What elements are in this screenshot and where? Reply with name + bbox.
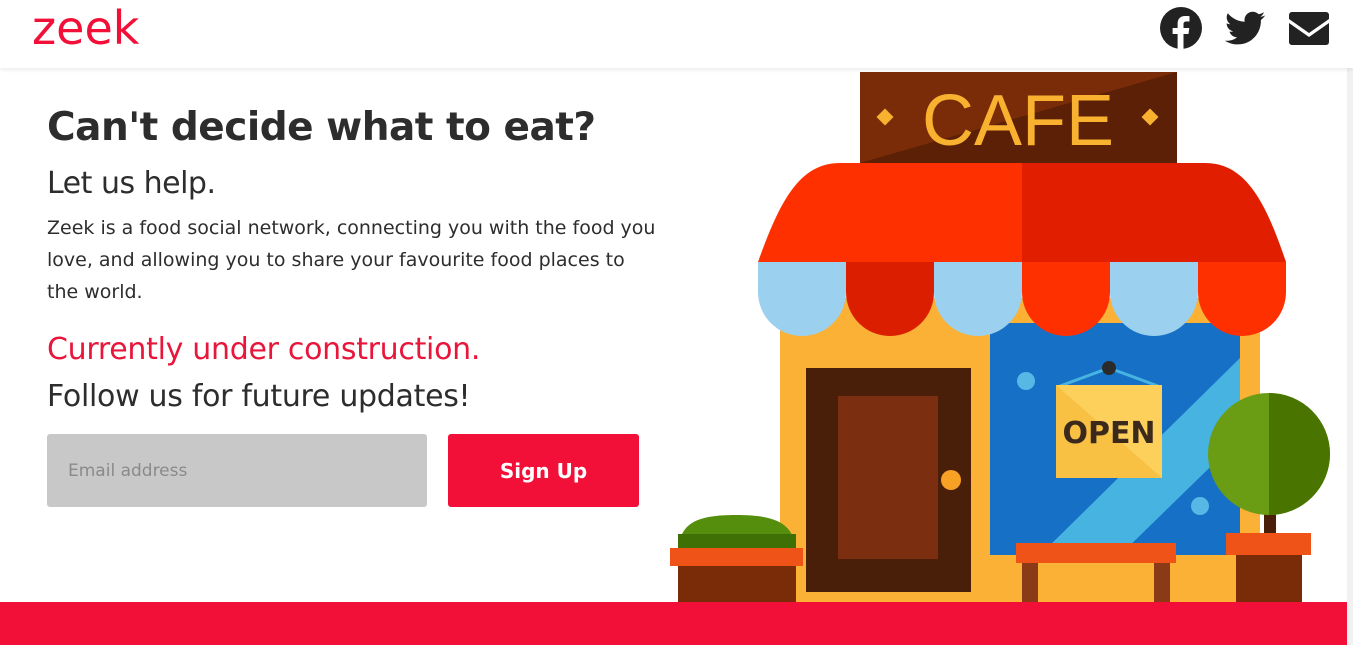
navbar: zeek [0, 0, 1353, 68]
subheadline: Let us help. [47, 166, 216, 201]
footer-bar [0, 602, 1351, 645]
follow-text: Follow us for future updates! [47, 379, 471, 414]
description: Zeek is a food social network, connectin… [47, 217, 656, 303]
signup-form: Sign Up [47, 434, 639, 507]
open-sign-text: OPEN [1062, 416, 1155, 451]
email-input[interactable] [47, 434, 427, 507]
hero-section: Can't decide what to eat? Let us help. Z… [47, 100, 687, 422]
cafe-storefront-image: OPEN CAFE [670, 72, 1330, 602]
cafe-sign-text: CAFE [922, 81, 1114, 161]
twitter-link[interactable] [1223, 6, 1267, 50]
logo[interactable]: zeek [32, 0, 139, 56]
email-link[interactable] [1287, 6, 1331, 50]
facebook-link[interactable] [1159, 6, 1203, 50]
social-links [1159, 6, 1331, 50]
cafe-illustration: OPEN CAFE [660, 68, 1340, 602]
twitter-icon [1225, 11, 1265, 45]
facebook-icon [1160, 7, 1202, 50]
sign-up-button[interactable]: Sign Up [448, 434, 639, 507]
scrollbar[interactable] [1347, 68, 1353, 645]
construction-notice: Currently under construction. [47, 332, 481, 367]
headline: Can't decide what to eat? [47, 105, 596, 150]
envelope-icon [1289, 12, 1329, 45]
